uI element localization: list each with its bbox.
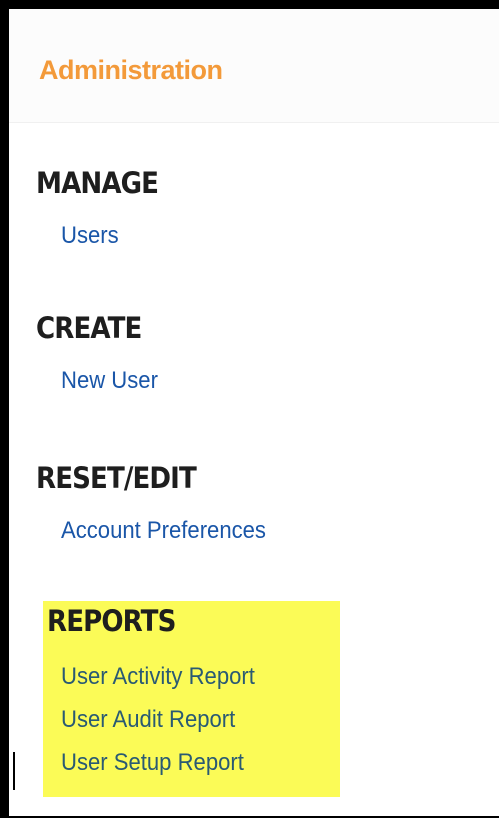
admin-header: Administration [9,9,499,123]
user-audit-report-link[interactable]: User Audit Report [61,706,235,734]
reset-edit-heading: RESET/EDIT [36,461,197,495]
user-activity-report-link[interactable]: User Activity Report [61,663,255,691]
text-cursor [13,752,15,790]
page-title: Administration [39,55,223,85]
reports-heading: REPORTS [47,604,176,638]
user-setup-report-link[interactable]: User Setup Report [61,749,244,777]
users-link[interactable]: Users [61,222,119,250]
new-user-link[interactable]: New User [61,367,158,395]
account-preferences-link[interactable]: Account Preferences [61,517,266,545]
manage-heading: MANAGE [36,166,159,200]
create-heading: CREATE [36,311,142,345]
